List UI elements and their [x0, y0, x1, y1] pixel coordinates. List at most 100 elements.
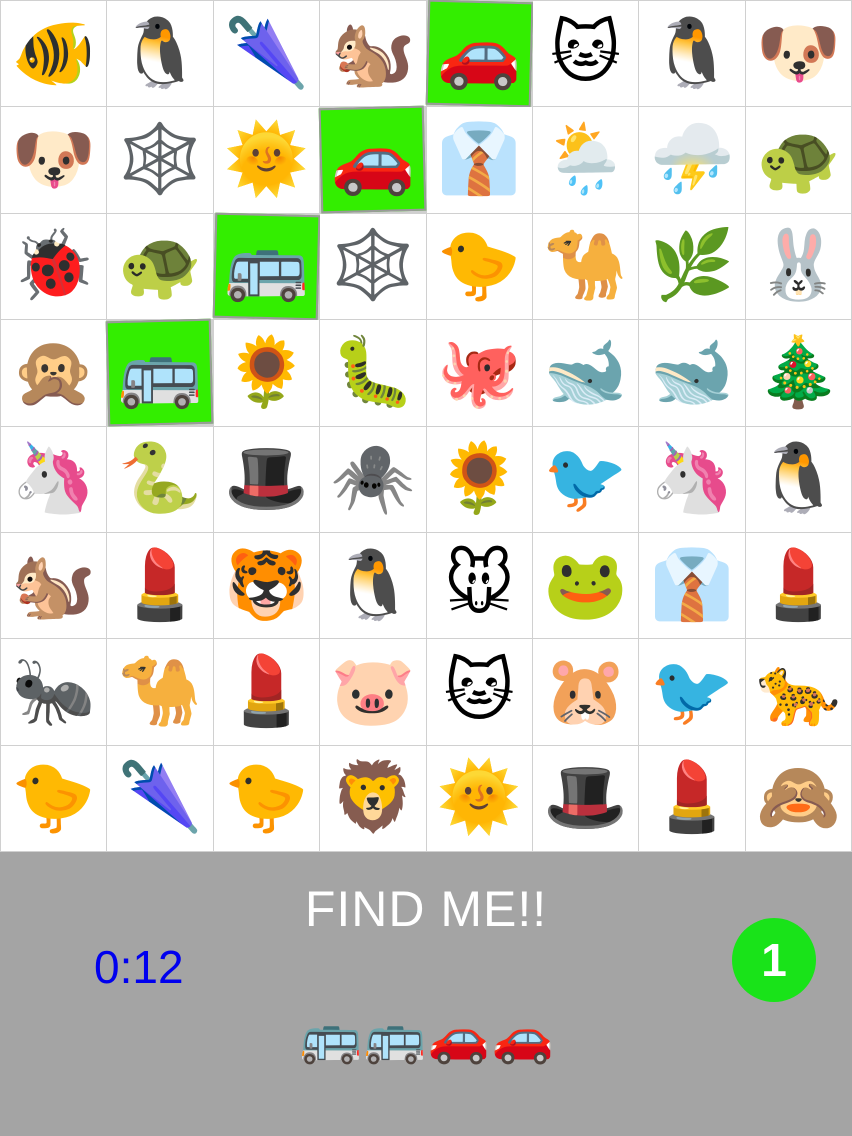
grid-tile[interactable]: 🌻	[213, 320, 320, 426]
target-emoji-row: 🚌 🚌 🚗 🚗	[300, 1008, 554, 1066]
grid-tile[interactable]: 🦄	[1, 426, 107, 532]
unicorn-icon: 🦄	[11, 439, 97, 519]
grid-tile[interactable]: 🐹	[532, 639, 639, 745]
ant-icon: 🐜	[11, 651, 97, 731]
grid-tile[interactable]: 🕷️	[320, 426, 426, 532]
grid-tile[interactable]: 🐿️	[1, 532, 107, 639]
christmas-tree-icon: 🎄	[755, 332, 841, 412]
grid-tile[interactable]: 💄	[745, 532, 851, 639]
grid-tile[interactable]: 👔	[426, 107, 532, 213]
grid-tile[interactable]: 🐦	[639, 639, 745, 745]
shirt-tie-icon: 👔	[436, 120, 522, 200]
closed-umbrella-icon: 🌂	[224, 13, 309, 93]
bird-head-icon: 🐦	[649, 651, 735, 731]
grid-tile[interactable]: 🐛	[320, 320, 426, 426]
target-red-car-icon: 🚗	[491, 1008, 555, 1066]
top-hat-icon: 🎩	[543, 758, 628, 838]
grid-tile[interactable]: 🐢	[107, 213, 213, 320]
grid-tile[interactable]: 🎄	[745, 320, 851, 426]
camel-icon: 🐪	[117, 651, 203, 731]
timer-display: 0:12	[94, 941, 184, 993]
lipstick-icon: 💄	[649, 758, 735, 838]
grid-tile[interactable]: 🐋	[532, 320, 639, 426]
grid-tile[interactable]: 🐠	[1, 1, 107, 107]
grid-tile[interactable]: 🐪	[107, 639, 213, 745]
penguin-icon: 🐧	[330, 545, 416, 625]
grid-tile[interactable]: 🙈	[745, 745, 851, 851]
grid-tile[interactable]: 🐭	[426, 532, 532, 639]
caterpillar-icon: 🐛	[330, 332, 416, 412]
grid-tile[interactable]: 🚗	[427, 1, 532, 106]
grid-tile[interactable]: 🌞	[426, 745, 532, 851]
grid-tile[interactable]: 🦄	[639, 426, 745, 532]
grid-tile[interactable]: 🐸	[532, 532, 639, 639]
grid-tile[interactable]: 💄	[107, 532, 213, 639]
grid-tile[interactable]: 🐍	[107, 426, 213, 532]
grid-tile[interactable]: ⛈️	[639, 107, 745, 213]
grid-tile[interactable]: 🌦️	[532, 107, 639, 213]
grid-tile[interactable]: 👔	[639, 532, 745, 639]
chipmunk-icon: 🐿️	[11, 545, 97, 625]
grid-tile[interactable]: 🐜	[1, 639, 107, 745]
grid-tile[interactable]: 🐿️	[320, 1, 426, 107]
grid-tile[interactable]: 💄	[639, 745, 745, 851]
grid-tile[interactable]: 🐧	[107, 1, 213, 107]
grid-tile[interactable]: 🐶	[1, 107, 107, 213]
sun-face-icon: 🌞	[436, 758, 522, 838]
grid-tile[interactable]: 🕸️	[107, 107, 213, 213]
red-car-icon: 🚗	[330, 120, 416, 200]
grid-tile[interactable]: 🚗	[320, 107, 425, 212]
penguin-icon: 🐧	[117, 13, 203, 93]
grid-tile[interactable]: 🐢	[745, 107, 851, 213]
lipstick-icon: 💄	[117, 545, 203, 625]
hamster-icon: 🐹	[543, 651, 628, 731]
grid-tile[interactable]: 🌂	[107, 745, 213, 851]
grid-tile[interactable]: 🐤	[213, 745, 320, 851]
chick-icon: 🐤	[11, 758, 97, 838]
grid-tile[interactable]: 🚌	[107, 320, 212, 425]
chick-icon: 🐤	[224, 758, 309, 838]
grid-tile[interactable]: 🐙	[426, 320, 532, 426]
dog-face-icon: 🐶	[755, 13, 841, 93]
grid-tile[interactable]: 🐶	[745, 1, 851, 107]
spider-web-icon: 🕸️	[330, 226, 416, 306]
grid-tile[interactable]: 🐦	[532, 426, 639, 532]
grid-tile[interactable]: 🐧	[745, 426, 851, 532]
turtle-icon: 🐢	[755, 120, 841, 200]
grid-tile[interactable]: 🐤	[426, 213, 532, 320]
grid-tile[interactable]: 🎩	[213, 426, 320, 532]
grid-tile[interactable]: 🐱	[426, 639, 532, 745]
sunflower-icon: 🌻	[436, 439, 522, 519]
grid-tile[interactable]: 🌞	[213, 107, 320, 213]
shirt-tie-icon: 👔	[649, 545, 735, 625]
grid-tile[interactable]: 🌿	[639, 213, 745, 320]
grid-tile[interactable]: 🐪	[532, 213, 639, 320]
grid-tile[interactable]: 🐞	[1, 213, 107, 320]
grid-tile[interactable]: 🐧	[320, 532, 426, 639]
grid-tile[interactable]: 🚌	[214, 214, 319, 319]
penguin-icon: 🐧	[649, 13, 735, 93]
grid-tile[interactable]: 🌂	[213, 1, 320, 107]
grid-tile[interactable]: 🙊	[1, 320, 107, 426]
grid-tile[interactable]: 🐷	[320, 639, 426, 745]
grid-tile[interactable]: 🦁	[320, 745, 426, 851]
grid-tile[interactable]: 🐰	[745, 213, 851, 320]
grid-tile[interactable]: 🐯	[213, 532, 320, 639]
grid-tile[interactable]: 🐋	[639, 320, 745, 426]
octopus-icon: 🐙	[436, 332, 522, 412]
grid-tile[interactable]: 🎩	[532, 745, 639, 851]
thunder-cloud-icon: ⛈️	[649, 120, 735, 200]
grid-tile[interactable]: 🕸️	[320, 213, 426, 320]
whale-icon: 🐋	[543, 332, 628, 412]
grid-tile[interactable]: 🌻	[426, 426, 532, 532]
whale-icon: 🐋	[649, 332, 735, 412]
grid-tile[interactable]: 🐆	[745, 639, 851, 745]
grid-tile[interactable]: 🐤	[1, 745, 107, 851]
cat-face-icon: 🐱	[550, 13, 621, 93]
grid-tile[interactable]: 🐧	[639, 1, 745, 107]
grid-tile[interactable]: 🐱	[532, 1, 639, 107]
rabbit-face-icon: 🐰	[755, 226, 841, 306]
spider-icon: 🕷️	[330, 439, 416, 519]
frog-icon: 🐸	[543, 545, 628, 625]
grid-tile[interactable]: 💄	[213, 639, 320, 745]
